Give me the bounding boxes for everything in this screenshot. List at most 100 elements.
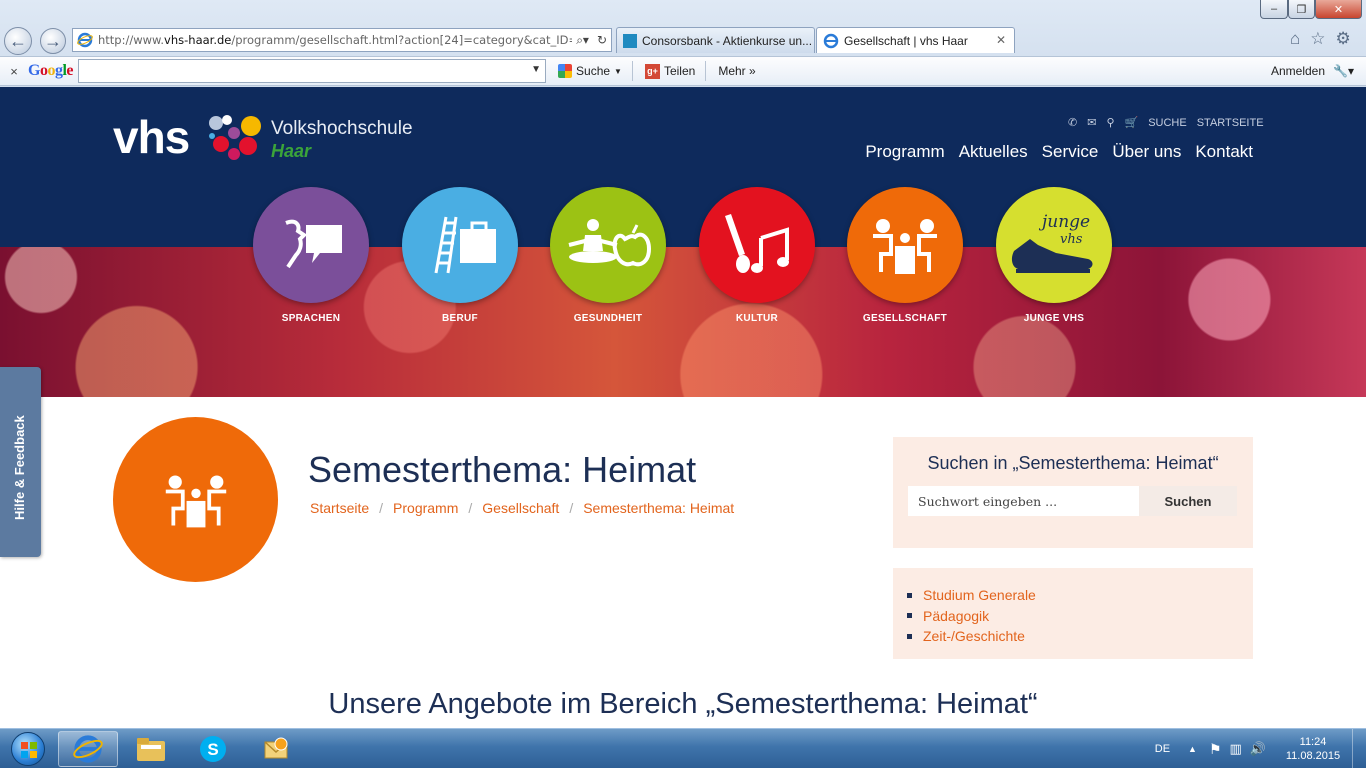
taskbar-explorer[interactable] — [121, 731, 181, 767]
address-bar[interactable]: http://www.vhs-haar.de/programm/gesellsc… — [72, 28, 612, 52]
logo-name: Volkshochschule — [271, 118, 413, 139]
toolbar-right: Anmelden 🔧▾ — [1271, 64, 1354, 78]
nav-ueber-uns[interactable]: Über uns — [1112, 142, 1181, 162]
people-group-icon — [165, 474, 226, 527]
breadcrumb-startseite[interactable]: Startseite — [310, 500, 369, 516]
subcategory-zeitgeschichte[interactable]: Zeit-/Geschichte — [907, 626, 1036, 647]
wrench-icon[interactable]: 🔧▾ — [1333, 64, 1354, 78]
windows-taskbar: S DE ▲ ⚑ ▥ 🔊 11:24 11.08.2015 — [0, 728, 1366, 769]
svg-text:junge: junge — [1038, 212, 1090, 232]
category-label: GESELLSCHAFT — [862, 313, 948, 324]
category-beruf[interactable]: BERUF — [402, 187, 518, 324]
arrow-left-icon: ← — [9, 30, 27, 51]
minimize-button[interactable]: – — [1260, 0, 1288, 19]
mail-icon[interactable]: ✉ — [1087, 116, 1096, 129]
subcategory-paedagogik[interactable]: Pädagogik — [907, 606, 1036, 627]
action-center-flag-icon[interactable]: ⚑ — [1209, 741, 1222, 758]
more-button[interactable]: Mehr » — [714, 64, 759, 78]
windows-logo-icon — [11, 732, 45, 766]
taskbar-skype[interactable]: S — [183, 731, 243, 767]
signin-link[interactable]: Anmelden — [1271, 64, 1325, 78]
category-gesundheit[interactable]: GESUNDHEIT — [550, 187, 666, 324]
speech-profile-icon — [285, 219, 342, 269]
tab-consorsbank[interactable]: Consorsbank - Aktienkurse un... — [616, 27, 815, 53]
ladder-briefcase-icon — [434, 216, 496, 274]
svg-text:S: S — [207, 740, 218, 759]
share-button[interactable]: g+ Teilen — [641, 63, 699, 79]
home-icon[interactable]: ⌂ — [1290, 29, 1300, 49]
subcategory-box: Studium Generale Pädagogik Zeit-/Geschic… — [893, 568, 1253, 659]
favorites-star-icon[interactable]: ☆ — [1310, 29, 1325, 49]
sneaker-icon: junge vhs — [1011, 212, 1093, 273]
tab-vhs-haar[interactable]: Gesellschaft | vhs Haar ✕ — [816, 27, 1015, 53]
show-desktop-button[interactable] — [1352, 729, 1366, 769]
refresh-icon[interactable]: ↻ — [593, 33, 611, 47]
language-indicator[interactable]: DE — [1155, 743, 1170, 755]
hero-background — [0, 247, 1366, 397]
breadcrumb-separator: / — [379, 500, 384, 516]
outlook-icon — [264, 737, 288, 759]
logo-dots-icon — [209, 115, 261, 160]
feedback-label: Hilfe & Feedback — [12, 415, 27, 520]
back-button[interactable]: ← — [4, 27, 32, 55]
title-bar: – ❐ ✕ — [0, 0, 1366, 24]
breadcrumb-separator: / — [569, 500, 574, 516]
ie-icon — [823, 33, 839, 48]
category-junge-vhs[interactable]: junge vhs JUNGE VHS — [996, 187, 1112, 324]
share-label: Teilen — [663, 64, 696, 78]
category-gesellschaft[interactable]: GESELLSCHAFT — [847, 187, 963, 324]
more-label: Mehr » — [718, 64, 756, 78]
volume-icon[interactable]: 🔊 — [1250, 741, 1266, 757]
google-g-icon — [558, 64, 573, 78]
cart-icon[interactable]: 🛒 — [1125, 116, 1139, 129]
breadcrumb-gesellschaft[interactable]: Gesellschaft — [482, 500, 559, 516]
subcategory-studium-generale[interactable]: Studium Generale — [907, 585, 1036, 606]
taskbar-ie[interactable] — [58, 731, 118, 767]
offers-heading: Unsere Angebote im Bereich „Semesterthem… — [328, 688, 1038, 720]
breadcrumb-programm[interactable]: Programm — [393, 500, 458, 516]
category-circle — [402, 187, 518, 303]
arrow-right-icon: → — [44, 30, 62, 51]
help-feedback-tab[interactable]: Hilfe & Feedback — [0, 367, 41, 557]
search-icon[interactable]: ⌕▾ — [572, 33, 593, 48]
location-pin-icon[interactable]: ⚲ — [1106, 116, 1114, 129]
yoga-apple-icon — [568, 219, 652, 267]
home-link[interactable]: STARTSEITE — [1197, 117, 1264, 129]
phone-icon[interactable]: ✆ — [1068, 116, 1077, 129]
tools-gear-icon[interactable]: ⚙ — [1336, 29, 1351, 49]
nav-kontakt[interactable]: Kontakt — [1195, 142, 1253, 162]
nav-aktuelles[interactable]: Aktuelles — [959, 142, 1028, 162]
search-box-title: Suchen in „Semesterthema: Heimat“ — [927, 453, 1219, 473]
close-tab-icon[interactable]: ✕ — [996, 33, 1006, 47]
search-link[interactable]: SUCHE — [1148, 117, 1187, 129]
close-window-button[interactable]: ✕ — [1315, 0, 1362, 19]
toolbar-close-icon[interactable]: × — [0, 64, 28, 79]
forward-button[interactable]: → — [40, 28, 66, 54]
search-button[interactable]: Suchen — [1139, 486, 1237, 516]
google-search-input[interactable]: ▼ — [78, 59, 547, 83]
google-search-button[interactable]: Suche ▼ — [554, 64, 626, 78]
search-input[interactable]: Suchwort eingeben ... — [908, 486, 1139, 516]
ie-icon — [77, 32, 93, 48]
browser-toolbar-icons: ⌂ ☆ ⚙ — [1290, 29, 1351, 49]
category-search-box: Suchen in „Semesterthema: Heimat“ Suchwo… — [893, 437, 1253, 548]
category-kultur[interactable]: KULTUR — [699, 187, 815, 324]
category-gesellschaft-large — [113, 417, 278, 582]
category-circle — [253, 187, 369, 303]
network-icon[interactable]: ▥ — [1230, 741, 1242, 757]
category-circle — [847, 187, 963, 303]
clock[interactable]: 11:24 11.08.2015 — [1274, 735, 1352, 763]
system-tray: DE ▲ ⚑ ▥ 🔊 11:24 11.08.2015 — [1155, 729, 1366, 769]
maximize-button[interactable]: ❐ — [1288, 0, 1315, 19]
category-circle — [550, 187, 666, 303]
url-text[interactable]: http://www.vhs-haar.de/programm/gesellsc… — [98, 33, 572, 47]
nav-service[interactable]: Service — [1042, 142, 1099, 162]
nav-programm[interactable]: Programm — [865, 142, 944, 162]
show-hidden-icons-icon[interactable]: ▲ — [1188, 744, 1197, 754]
start-button[interactable] — [2, 730, 54, 768]
category-sprachen[interactable]: SPRACHEN — [253, 187, 369, 324]
vhs-logo[interactable]: vhs — [113, 110, 190, 164]
taskbar-outlook[interactable] — [246, 731, 306, 767]
breadcrumb-current[interactable]: Semesterthema: Heimat — [583, 500, 734, 516]
chevron-down-icon[interactable]: ▼ — [531, 64, 541, 75]
